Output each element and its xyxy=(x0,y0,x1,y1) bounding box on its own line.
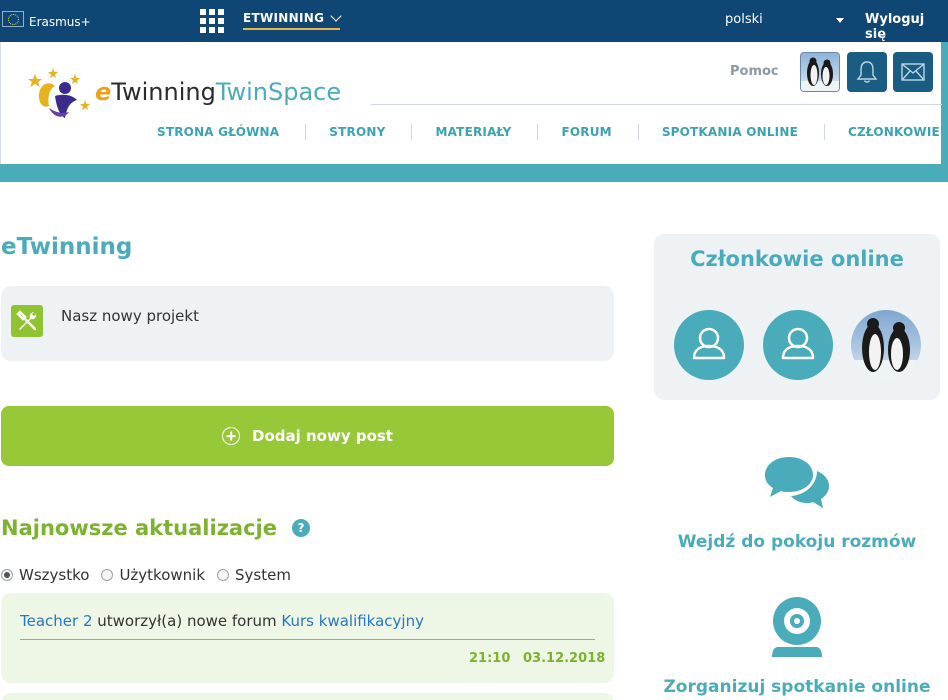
logo-wordmark: eTwinningTwinSpace xyxy=(95,78,342,106)
project-name: Nasz nowy projekt xyxy=(61,307,199,325)
organize-meeting-link[interactable]: Zorganizuj spotkanie online xyxy=(654,677,940,697)
apps-grid-icon[interactable] xyxy=(200,9,224,33)
nav-item-home[interactable]: STRONA GŁÓWNA xyxy=(157,125,279,139)
update-forum-link[interactable]: Kurs kwalifikacyjny xyxy=(281,612,424,630)
page-title: eTwinning xyxy=(1,234,133,260)
online-members-panel: Członkowie online xyxy=(654,234,940,400)
tools-icon xyxy=(11,305,43,337)
header-strip xyxy=(0,164,948,182)
user-icon xyxy=(692,327,726,360)
eu-flag-icon xyxy=(2,11,24,27)
messages-button[interactable] xyxy=(893,52,933,92)
penguins-avatar xyxy=(851,318,921,380)
webcam-icon[interactable] xyxy=(766,595,828,659)
chat-room-link[interactable]: Wejdź do pokoju rozmów xyxy=(654,532,940,552)
erasmus-label: Erasmus+ xyxy=(29,15,91,29)
filter-system[interactable]: System xyxy=(217,566,291,584)
project-card[interactable]: Nasz nowy projekt xyxy=(1,286,614,361)
update-date: 03.12.2018 xyxy=(523,651,606,666)
penguins-avatar xyxy=(801,57,839,91)
chevron-down-icon xyxy=(330,10,342,22)
filter-system-label: System xyxy=(235,566,291,584)
nav-separator xyxy=(305,124,307,140)
member-avatar[interactable] xyxy=(674,310,744,380)
etwinning-menu-label: ETWINNING xyxy=(243,11,325,25)
add-new-post-button[interactable]: Dodaj nowy post xyxy=(1,406,614,466)
help-question-icon[interactable]: ? xyxy=(291,519,310,537)
online-members-title: Członkowie online xyxy=(690,247,904,271)
main-nav: STRONA GŁÓWNA STRONY MATERIAŁY FORUM SPO… xyxy=(141,124,941,140)
header: eTwinningTwinSpace Pomoc STRONA GŁÓWNA S… xyxy=(0,42,948,164)
plus-circle-icon xyxy=(222,427,241,445)
nav-item-pages[interactable]: STRONY xyxy=(329,125,385,139)
radio-selected[interactable] xyxy=(1,569,13,581)
nav-separator xyxy=(637,124,639,140)
update-item xyxy=(1,693,614,700)
filter-all-label: Wszystko xyxy=(19,566,90,584)
filter-all[interactable]: Wszystko xyxy=(1,566,89,584)
radio-unselected[interactable] xyxy=(101,569,114,581)
filter-user[interactable]: Użytkownik xyxy=(101,566,205,584)
update-divider xyxy=(20,639,595,640)
update-user-link[interactable]: Teacher 2 xyxy=(20,612,93,630)
update-filters: Wszystko Użytkownik System xyxy=(1,566,291,584)
nav-item-forum[interactable]: FORUM xyxy=(561,125,611,139)
member-avatar-penguins[interactable] xyxy=(851,310,921,380)
envelope-icon xyxy=(901,63,925,81)
user-icon xyxy=(781,327,815,360)
nav-separator xyxy=(537,124,539,140)
nav-item-members[interactable]: CZŁONKOWIE xyxy=(848,125,940,139)
updates-title: Najnowsze aktualizacje ? xyxy=(1,516,310,540)
caret-down-icon xyxy=(836,18,844,23)
logout-link[interactable]: Wyloguj się xyxy=(865,12,948,42)
update-item: Teacher 2 utworzył(a) nowe forum Kurs kw… xyxy=(1,593,614,683)
radio-unselected[interactable] xyxy=(217,569,230,581)
nav-divider xyxy=(371,104,942,105)
nav-separator xyxy=(824,124,825,140)
filter-user-label: Użytkownik xyxy=(119,566,206,584)
update-text: Teacher 2 utworzył(a) nowe forum Kurs kw… xyxy=(20,612,424,630)
logo-figure-icon xyxy=(28,68,90,118)
nav-separator xyxy=(411,124,413,140)
etwinning-menu[interactable]: ETWINNING xyxy=(243,10,342,30)
user-avatar-button[interactable] xyxy=(800,52,840,92)
language-select[interactable]: polski xyxy=(725,12,845,27)
help-link[interactable]: Pomoc xyxy=(730,64,779,79)
add-post-label: Dodaj nowy post xyxy=(252,427,393,445)
nav-item-online-meetings[interactable]: SPOTKANIA ONLINE xyxy=(662,125,798,139)
chat-bubbles-icon[interactable] xyxy=(763,455,831,511)
update-time: 21:10 xyxy=(469,651,511,666)
nav-item-materials[interactable]: MATERIAŁY xyxy=(435,125,511,139)
etwinning-logo[interactable]: eTwinningTwinSpace xyxy=(25,66,345,126)
updates-title-text: Najnowsze aktualizacje xyxy=(1,516,277,540)
update-action: utworzył(a) nowe forum xyxy=(92,612,282,630)
notifications-button[interactable] xyxy=(847,52,887,92)
top-bar: Erasmus+ ETWINNING polski Wyloguj się xyxy=(0,0,948,42)
member-avatar[interactable] xyxy=(763,310,833,380)
bell-icon xyxy=(856,61,878,83)
